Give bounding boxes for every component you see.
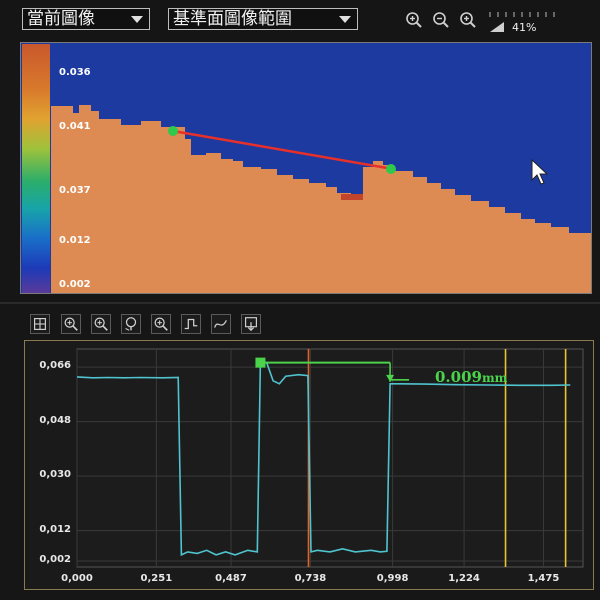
zoom-in-x-icon[interactable]	[91, 314, 111, 334]
export-icon[interactable]	[241, 314, 261, 334]
curve-measure-icon[interactable]	[211, 314, 231, 334]
zoom-level-icon	[490, 22, 504, 32]
x-tick-label: 0,738	[294, 573, 327, 584]
y-tick-label: 0,002	[39, 553, 71, 565]
height-map-image	[51, 105, 591, 293]
mouse-cursor-icon	[531, 158, 549, 185]
measurement-start-handle[interactable]	[168, 126, 178, 136]
zoom-in-icon[interactable]	[405, 11, 423, 29]
measurement-end-handle[interactable]	[386, 164, 396, 174]
zoom-percent-label: 41%	[512, 21, 537, 34]
surface-region	[51, 105, 591, 293]
height-map-viewer[interactable]: 0.036 0.041 0.037 0.012 0.002	[20, 42, 592, 294]
zoom-reset-icon[interactable]	[121, 314, 141, 334]
range-select-value: 基準面圖像範圍	[173, 9, 292, 29]
zoom-in-icon[interactable]	[61, 314, 81, 334]
colorbar-label: 0.002	[59, 279, 91, 290]
step-height-value: 0.009	[435, 368, 482, 386]
x-tick-label: 0,998	[376, 573, 409, 584]
profile-chart[interactable]	[25, 341, 593, 589]
edge-artifact	[341, 194, 363, 200]
y-tick-label: 0,066	[39, 360, 71, 372]
step-height-icon[interactable]	[181, 314, 201, 334]
x-tick-label: 1,224	[448, 573, 480, 584]
colorbar-label: 0.012	[59, 235, 91, 246]
image-select-value: 當前圖像	[27, 9, 95, 29]
grid-view-icon[interactable]	[30, 314, 50, 334]
panel-divider	[0, 302, 600, 304]
colorbar-label: 0.037	[59, 185, 91, 196]
chevron-down-icon	[339, 16, 351, 23]
zoom-out-icon[interactable]	[432, 11, 450, 29]
zoom-slider[interactable]	[488, 10, 558, 18]
zoom-y-icon[interactable]	[151, 314, 171, 334]
top-toolbar: 當前圖像 基準面圖像範圍 41%	[0, 0, 600, 40]
x-tick-label: 1,475	[527, 573, 560, 584]
chevron-down-icon	[131, 16, 143, 23]
y-tick-label: 0,030	[39, 469, 71, 481]
colorbar-label: 0.036	[59, 67, 91, 78]
x-tick-label: 0,487	[215, 573, 247, 584]
colorbar-label: 0.041	[59, 121, 91, 132]
range-select[interactable]: 基準面圖像範圍	[168, 8, 358, 30]
step-height-annotation: 0.009mm	[435, 367, 507, 386]
x-tick-label: 0,251	[140, 573, 173, 584]
image-select[interactable]: 當前圖像	[22, 8, 150, 30]
x-tick-label: 0,000	[61, 573, 93, 584]
step-height-unit: mm	[481, 371, 508, 385]
profile-chart-panel: 0,066 0,048 0,030 0,012 0,002 0,000 0,251 0,48…	[24, 340, 594, 590]
y-tick-label: 0,012	[39, 523, 71, 535]
y-tick-label: 0,048	[39, 414, 71, 426]
zoom-fit-icon[interactable]	[459, 11, 477, 29]
